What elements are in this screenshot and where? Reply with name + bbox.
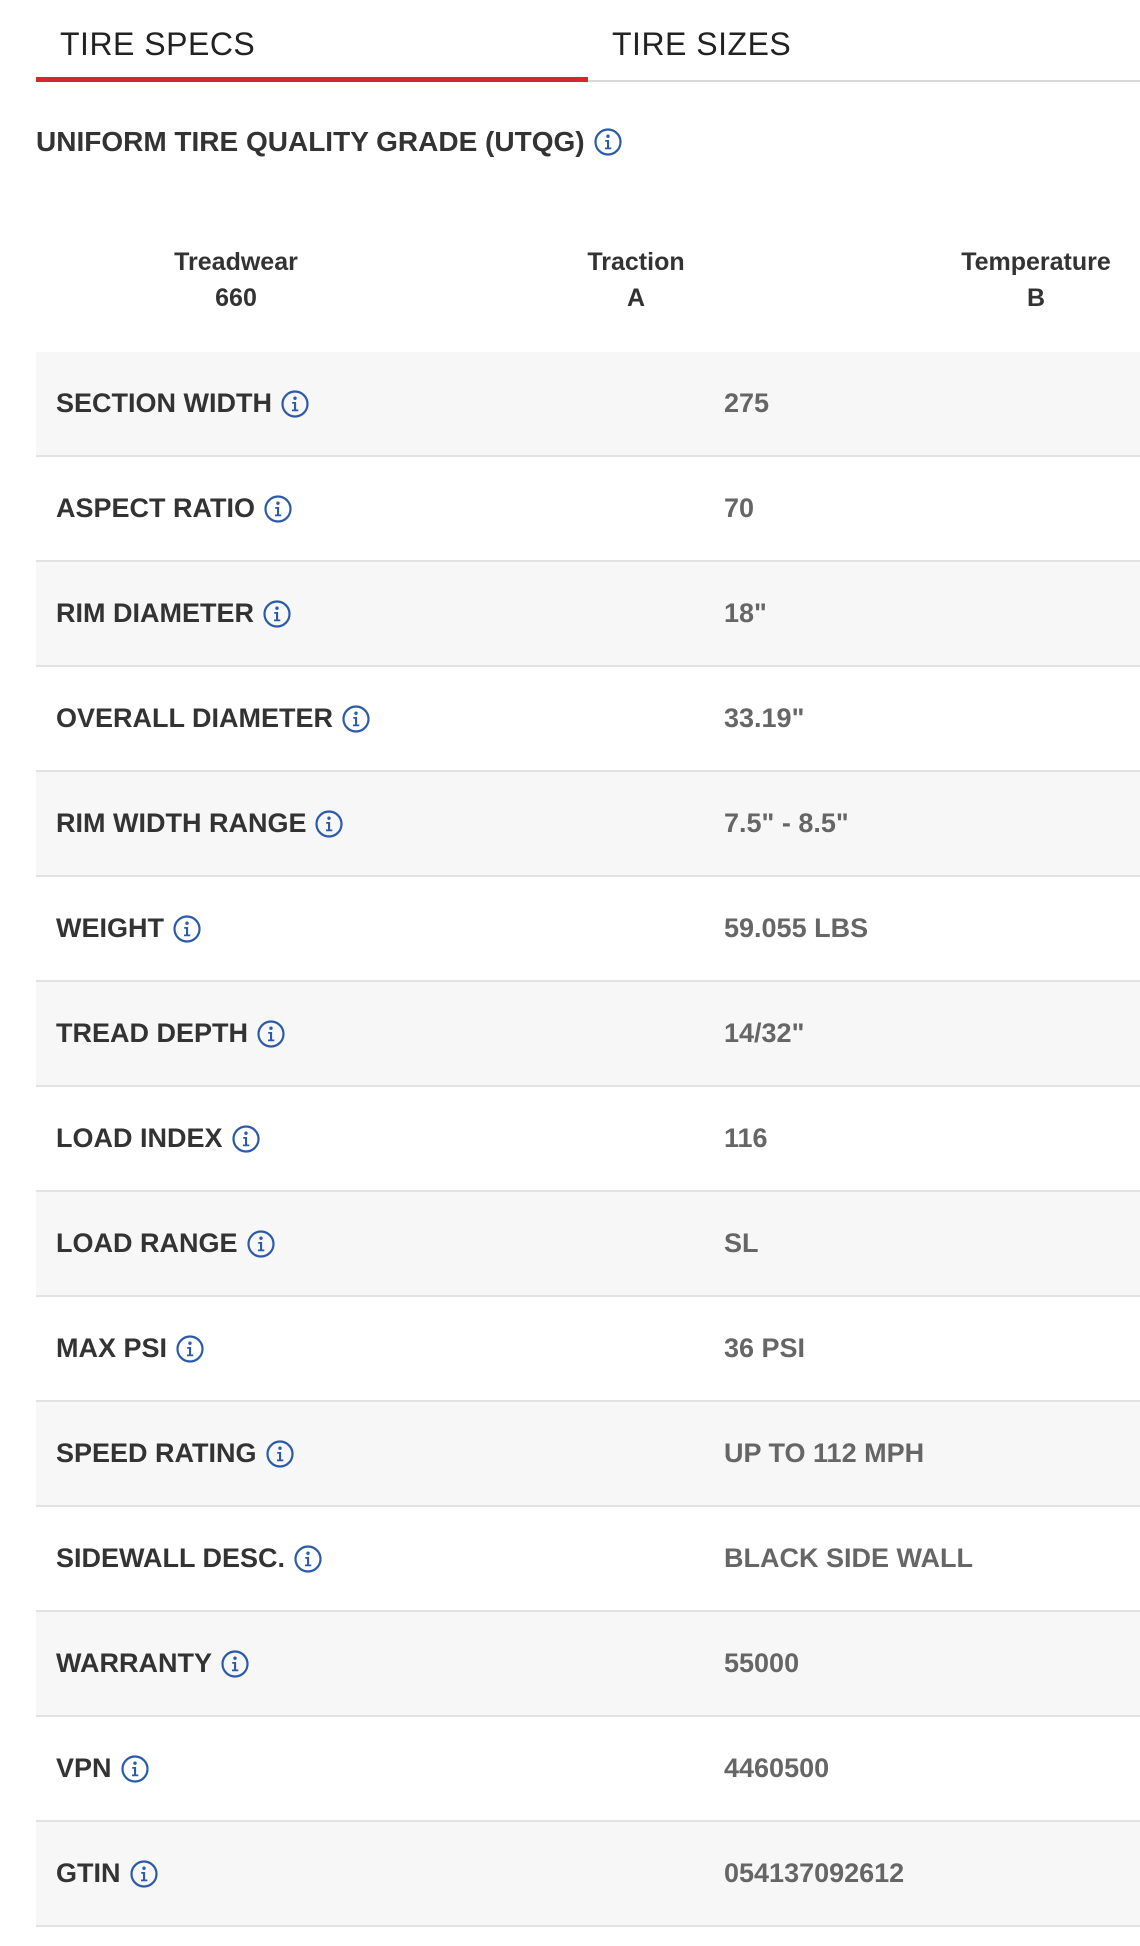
spec-row: GTIN 054137092612 bbox=[36, 1822, 1140, 1927]
traction-grade: Traction A bbox=[536, 244, 736, 316]
spec-label-text: RIM WIDTH RANGE bbox=[56, 808, 307, 838]
spec-row: VPN 4460500 bbox=[36, 1717, 1140, 1822]
spec-value: 33.19" bbox=[724, 703, 805, 733]
spec-row: SPEED RATING UP TO 112 MPH bbox=[36, 1402, 1140, 1507]
spec-label: MAX PSI bbox=[36, 1333, 724, 1364]
spec-label: SIDEWALL DESC. bbox=[36, 1543, 724, 1574]
spec-label: LOAD RANGE bbox=[36, 1228, 724, 1259]
spec-label-text: ASPECT RATIO bbox=[56, 493, 256, 523]
spec-value: 70 bbox=[724, 493, 755, 523]
spec-label: RIM WIDTH RANGE bbox=[36, 808, 724, 839]
tire-details-panel: TIRE SPECS TIRE SIZES UNIFORM TIRE QUALI… bbox=[36, 0, 1140, 1927]
info-icon[interactable] bbox=[314, 809, 344, 839]
info-icon[interactable] bbox=[262, 599, 292, 629]
spec-label: RIM DIAMETER bbox=[36, 598, 724, 629]
spec-value: 14/32" bbox=[724, 1018, 805, 1048]
spec-label-text: SECTION WIDTH bbox=[56, 388, 272, 418]
info-icon[interactable] bbox=[220, 1649, 250, 1679]
spec-value: 054137092612 bbox=[724, 1858, 905, 1888]
spec-row: MAX PSI 36 PSI bbox=[36, 1297, 1140, 1402]
info-icon[interactable] bbox=[593, 127, 623, 157]
spec-table: SECTION WIDTH 275 ASPECT RATIO 70 RIM DIAMET… bbox=[36, 352, 1140, 1927]
spec-row: LOAD INDEX 116 bbox=[36, 1087, 1140, 1192]
info-icon[interactable] bbox=[293, 1544, 323, 1574]
spec-label: ASPECT RATIO bbox=[36, 493, 724, 524]
spec-value: SL bbox=[724, 1228, 759, 1258]
spec-label: SECTION WIDTH bbox=[36, 388, 724, 419]
spec-value: BLACK SIDE WALL bbox=[724, 1543, 973, 1573]
spec-row: LOAD RANGE SL bbox=[36, 1192, 1140, 1297]
spec-label: WEIGHT bbox=[36, 913, 724, 944]
spec-label-text: VPN bbox=[56, 1753, 112, 1783]
traction-value: A bbox=[626, 284, 646, 312]
info-icon[interactable] bbox=[256, 1019, 286, 1049]
spec-label: TREAD DEPTH bbox=[36, 1018, 724, 1049]
spec-label-text: GTIN bbox=[56, 1858, 121, 1888]
spec-value: 116 bbox=[724, 1123, 768, 1153]
spec-value: 7.5" - 8.5" bbox=[724, 808, 849, 838]
spec-value: 55000 bbox=[724, 1648, 800, 1678]
spec-row: RIM DIAMETER 18" bbox=[36, 562, 1140, 667]
info-icon[interactable] bbox=[246, 1229, 276, 1259]
spec-value: 275 bbox=[724, 388, 770, 418]
spec-label: WARRANTY bbox=[36, 1648, 724, 1679]
info-icon[interactable] bbox=[263, 494, 293, 524]
spec-value: 4460500 bbox=[724, 1753, 830, 1783]
spec-row: OVERALL DIAMETER 33.19" bbox=[36, 667, 1140, 772]
spec-row: TREAD DEPTH 14/32" bbox=[36, 982, 1140, 1087]
spec-label-text: SPEED RATING bbox=[56, 1438, 257, 1468]
spec-label: SPEED RATING bbox=[36, 1438, 724, 1469]
spec-label-text: LOAD RANGE bbox=[56, 1228, 238, 1258]
spec-value: 59.055 LBS bbox=[724, 913, 869, 943]
spec-row: WEIGHT 59.055 LBS bbox=[36, 877, 1140, 982]
spec-row: WARRANTY 55000 bbox=[36, 1612, 1140, 1717]
spec-row: RIM WIDTH RANGE 7.5" - 8.5" bbox=[36, 772, 1140, 877]
spec-label-text: OVERALL DIAMETER bbox=[56, 703, 334, 733]
info-icon[interactable] bbox=[280, 389, 310, 419]
spec-row: SECTION WIDTH 275 bbox=[36, 352, 1140, 457]
spec-label-text: TREAD DEPTH bbox=[56, 1018, 249, 1048]
tab-bar: TIRE SPECS TIRE SIZES bbox=[36, 0, 1140, 82]
info-icon[interactable] bbox=[129, 1859, 159, 1889]
treadwear-label: Treadwear bbox=[174, 248, 298, 276]
spec-label-text: LOAD INDEX bbox=[56, 1123, 223, 1153]
utqg-heading-text: UNIFORM TIRE QUALITY GRADE (UTQG) bbox=[36, 126, 585, 157]
spec-label: VPN bbox=[36, 1753, 724, 1784]
info-icon[interactable] bbox=[120, 1754, 150, 1784]
info-icon[interactable] bbox=[231, 1124, 261, 1154]
spec-label: OVERALL DIAMETER bbox=[36, 703, 724, 734]
tab-tire-sizes[interactable]: TIRE SIZES bbox=[588, 0, 1140, 80]
tab-tire-specs[interactable]: TIRE SPECS bbox=[36, 0, 588, 82]
spec-row: SIDEWALL DESC. BLACK SIDE WALL bbox=[36, 1507, 1140, 1612]
info-icon[interactable] bbox=[175, 1334, 205, 1364]
spec-label-text: RIM DIAMETER bbox=[56, 598, 254, 628]
utqg-grades: Treadwear 660 Traction A Temperature B bbox=[36, 162, 1140, 352]
utqg-heading: UNIFORM TIRE QUALITY GRADE (UTQG) bbox=[36, 122, 1140, 162]
info-icon[interactable] bbox=[265, 1439, 295, 1469]
temperature-grade: Temperature B bbox=[936, 244, 1136, 316]
traction-label: Traction bbox=[587, 248, 685, 276]
spec-label-text: SIDEWALL DESC. bbox=[56, 1543, 286, 1573]
temperature-value: B bbox=[1026, 284, 1046, 312]
treadwear-grade: Treadwear 660 bbox=[136, 244, 336, 316]
info-icon[interactable] bbox=[172, 914, 202, 944]
info-icon[interactable] bbox=[341, 704, 371, 734]
spec-label: LOAD INDEX bbox=[36, 1123, 724, 1154]
spec-row: ASPECT RATIO 70 bbox=[36, 457, 1140, 562]
treadwear-value: 660 bbox=[215, 284, 257, 312]
spec-value: 36 PSI bbox=[724, 1333, 806, 1363]
spec-label-text: MAX PSI bbox=[56, 1333, 168, 1363]
spec-value: UP TO 112 MPH bbox=[724, 1438, 925, 1468]
spec-value: 18" bbox=[724, 598, 767, 628]
spec-label-text: WEIGHT bbox=[56, 913, 164, 943]
spec-label-text: WARRANTY bbox=[56, 1648, 212, 1678]
temperature-label: Temperature bbox=[961, 248, 1111, 276]
spec-label: GTIN bbox=[36, 1858, 724, 1889]
